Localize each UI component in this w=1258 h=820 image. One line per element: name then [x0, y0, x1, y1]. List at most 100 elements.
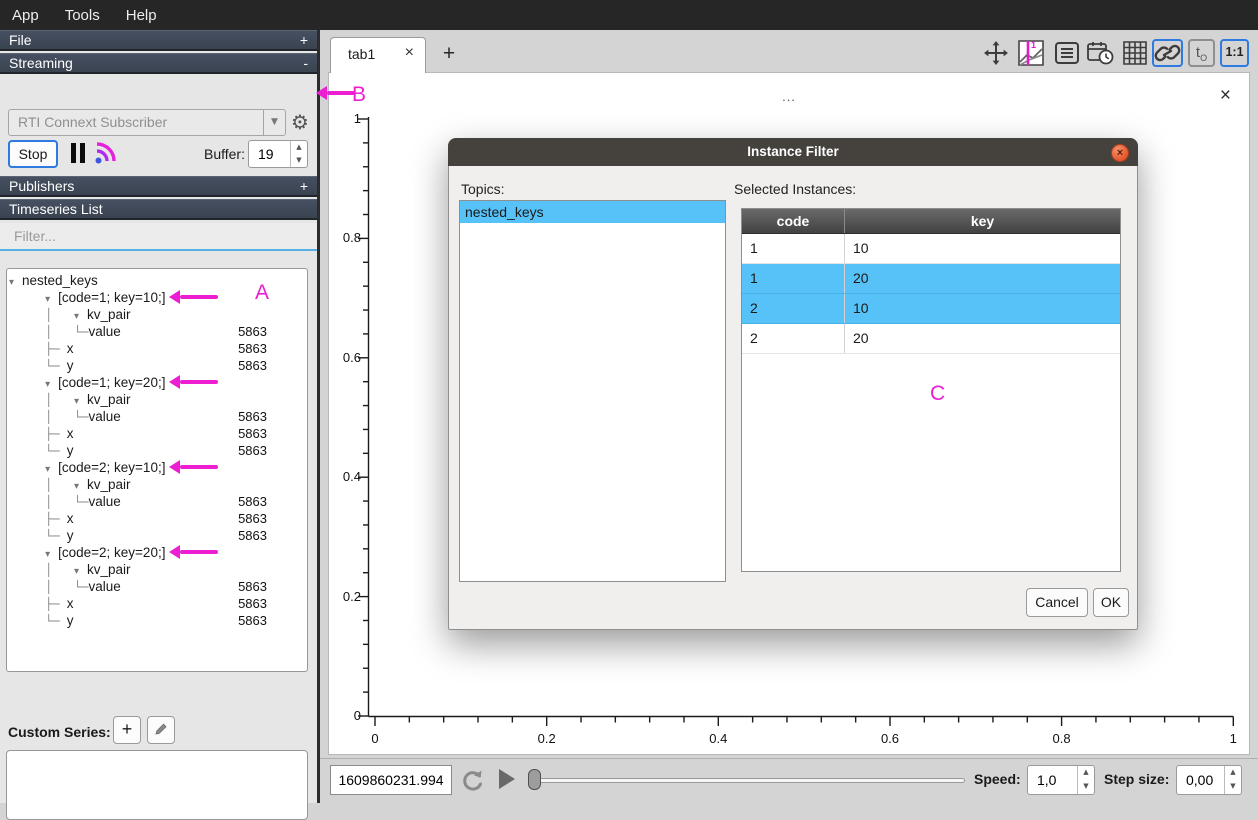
- tree-row[interactable]: └─ y5863: [9, 527, 305, 544]
- tree-row[interactable]: └─ y5863: [9, 357, 305, 374]
- tree-row[interactable]: │ ▾kv_pair: [9, 306, 305, 323]
- sidebar-splitter[interactable]: [317, 30, 320, 803]
- tree-label: x: [67, 341, 74, 356]
- tree-label: kv_pair: [87, 562, 131, 577]
- x-tick-label: 0.8: [1042, 731, 1082, 746]
- dialog-close-button[interactable]: ×: [1111, 144, 1129, 162]
- stop-streaming-button[interactable]: Stop: [8, 140, 58, 168]
- spin-down-icon[interactable]: ▼: [1078, 780, 1094, 794]
- tree-row[interactable]: ▾[code=1; key=20;]: [9, 374, 305, 391]
- streaming-settings-gear-icon[interactable]: ⚙: [288, 109, 312, 135]
- tree-row[interactable]: ├─ x5863: [9, 340, 305, 357]
- selected-instances-label: Selected Instances:: [734, 181, 856, 197]
- spin-arrows[interactable]: ▲▼: [1224, 766, 1241, 794]
- datetime-icon[interactable]: [1086, 40, 1116, 66]
- ratio-1-1-icon[interactable]: 1:1: [1220, 39, 1249, 67]
- buffer-value-input[interactable]: [258, 141, 293, 167]
- tree-value: 5863: [238, 595, 267, 612]
- spin-up-icon[interactable]: ▲: [1078, 766, 1094, 780]
- table-row-selected[interactable]: 2 10: [742, 294, 1120, 324]
- streaming-source-select[interactable]: RTI Connext Subscriber ▼: [8, 109, 286, 136]
- table-row[interactable]: 2 20: [742, 324, 1120, 354]
- header-code[interactable]: code: [742, 209, 845, 233]
- cancel-button[interactable]: Cancel: [1026, 588, 1088, 617]
- table-row[interactable]: 1 10: [742, 234, 1120, 264]
- tree-row[interactable]: │ ▾kv_pair: [9, 561, 305, 578]
- header-key[interactable]: key: [845, 209, 1120, 233]
- tree-row[interactable]: ▾[code=2; key=10;]: [9, 459, 305, 476]
- timestamp-input[interactable]: [330, 765, 452, 795]
- tree-row[interactable]: ├─ x5863: [9, 595, 305, 612]
- spin-down-icon[interactable]: ▼: [291, 154, 307, 167]
- list-view-icon[interactable]: [1053, 40, 1081, 66]
- tree-row[interactable]: ├─ x5863: [9, 425, 305, 442]
- menu-help[interactable]: Help: [126, 7, 157, 24]
- tree-row[interactable]: │ ▾kv_pair: [9, 476, 305, 493]
- cursor-tracker-icon[interactable]: 1: [1016, 38, 1046, 68]
- step-value-input[interactable]: [1186, 766, 1224, 794]
- buffer-spinbox[interactable]: ▲▼: [248, 140, 308, 168]
- tree-row[interactable]: └─ y5863: [9, 442, 305, 459]
- spin-arrows[interactable]: ▲▼: [1077, 766, 1094, 794]
- loop-icon[interactable]: [458, 766, 486, 794]
- tree-branch: ├─: [9, 342, 67, 356]
- section-header-streaming[interactable]: Streaming -: [0, 53, 317, 74]
- topics-list[interactable]: nested_keys: [459, 200, 726, 582]
- expand-icon[interactable]: +: [300, 31, 308, 49]
- y-tick-label: 0: [329, 708, 361, 723]
- tree-row[interactable]: ├─ x5863: [9, 510, 305, 527]
- tree-value: 5863: [238, 425, 267, 442]
- section-header-publishers[interactable]: Publishers +: [0, 176, 317, 197]
- timeline-slider[interactable]: [529, 778, 965, 783]
- new-tab-button[interactable]: +: [437, 42, 461, 66]
- buffer-label: Buffer:: [160, 146, 245, 162]
- pause-icon[interactable]: [71, 143, 87, 163]
- tree-row[interactable]: │ └─value5863: [9, 408, 305, 425]
- timeline-slider-handle[interactable]: [528, 769, 541, 790]
- link-axes-icon[interactable]: [1152, 39, 1183, 67]
- spin-up-icon[interactable]: ▲: [291, 141, 307, 154]
- instance-filter-dialog: Instance Filter × Topics: nested_keys Se…: [448, 138, 1138, 630]
- tree-row[interactable]: └─ y5863: [9, 612, 305, 629]
- tree-row[interactable]: ▾[code=2; key=20;]: [9, 544, 305, 561]
- spin-arrows[interactable]: ▲▼: [290, 141, 307, 167]
- time-offset-icon[interactable]: tO: [1188, 39, 1215, 67]
- plot-close-icon[interactable]: ×: [1220, 85, 1231, 107]
- menubar: App Tools Help: [0, 0, 1258, 30]
- menu-app[interactable]: App: [12, 7, 39, 24]
- collapse-icon[interactable]: -: [303, 54, 308, 72]
- speed-value-input[interactable]: [1037, 766, 1077, 794]
- annotation-label-b: B: [352, 83, 366, 107]
- tab-label: tab1: [348, 46, 375, 62]
- tree-branch: [9, 376, 45, 390]
- spin-down-icon[interactable]: ▼: [1225, 780, 1241, 794]
- custom-series-list[interactable]: [6, 750, 308, 820]
- tab-tab1[interactable]: tab1 ×: [330, 37, 426, 73]
- tree-branch: └─: [9, 614, 67, 628]
- ok-button[interactable]: OK: [1093, 588, 1129, 617]
- expand-icon[interactable]: +: [300, 177, 308, 195]
- tree-row[interactable]: │ ▾kv_pair: [9, 391, 305, 408]
- add-custom-series-button[interactable]: +: [113, 716, 141, 744]
- section-header-file[interactable]: File +: [0, 30, 317, 51]
- speed-spinbox[interactable]: ▲▼: [1027, 765, 1095, 795]
- grid-view-icon[interactable]: [1121, 40, 1149, 66]
- menu-tools[interactable]: Tools: [65, 7, 100, 24]
- timeseries-filter-input[interactable]: [0, 223, 317, 251]
- tree-row[interactable]: │ └─value5863: [9, 578, 305, 595]
- move-tool-icon[interactable]: [982, 40, 1010, 66]
- tree-row[interactable]: │ └─value5863: [9, 323, 305, 340]
- play-icon[interactable]: [497, 767, 517, 791]
- playback-bar: Speed: ▲▼ Step size: ▲▼: [320, 758, 1258, 803]
- spin-up-icon[interactable]: ▲: [1225, 766, 1241, 780]
- annotation-arrow-1: [180, 295, 218, 299]
- tree-row[interactable]: │ └─value5863: [9, 493, 305, 510]
- dialog-titlebar[interactable]: Instance Filter: [448, 138, 1138, 166]
- edit-custom-series-button[interactable]: [147, 716, 175, 744]
- tab-close-icon[interactable]: ×: [405, 44, 414, 62]
- step-size-spinbox[interactable]: ▲▼: [1176, 765, 1242, 795]
- table-row-selected[interactable]: 1 20: [742, 264, 1120, 294]
- chevron-down-icon[interactable]: ▼: [263, 110, 285, 135]
- topic-item-selected[interactable]: nested_keys: [460, 201, 725, 223]
- timeseries-tree[interactable]: ▾nested_keys ▾[code=1; key=10;] │ ▾kv_pa…: [6, 268, 308, 672]
